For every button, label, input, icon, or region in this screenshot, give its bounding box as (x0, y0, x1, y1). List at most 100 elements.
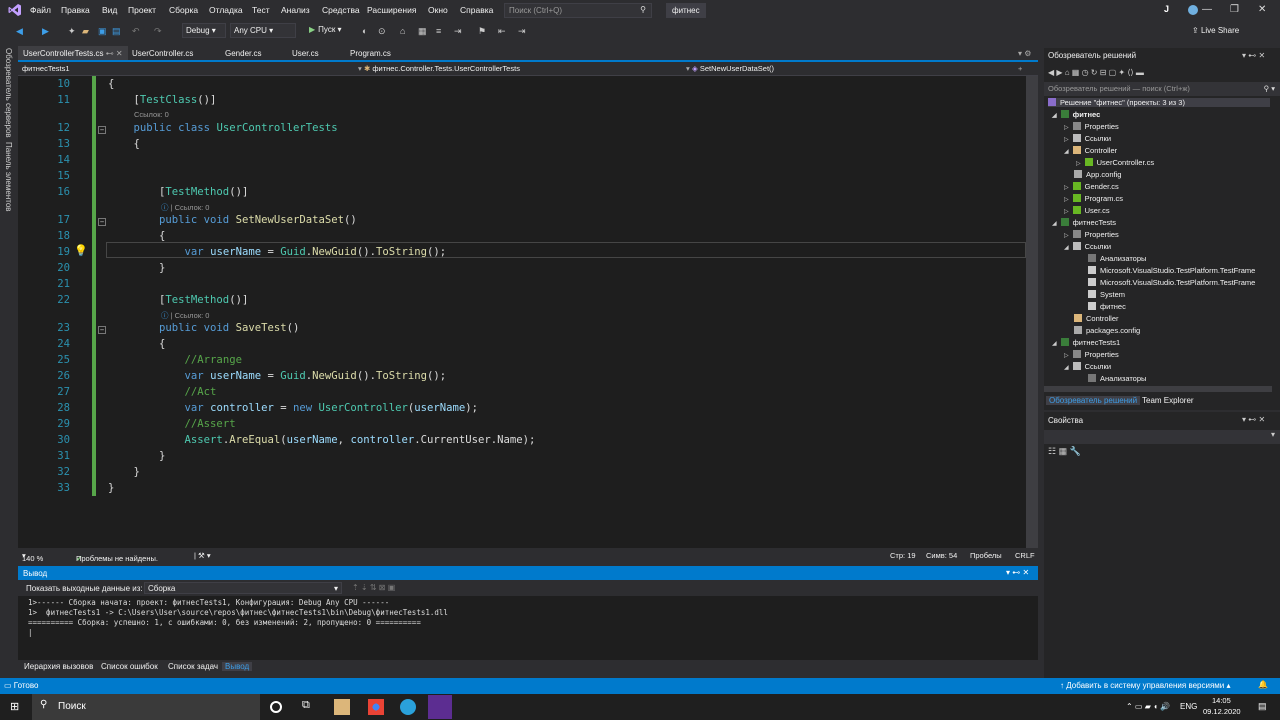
back-icon[interactable]: ◀ (16, 26, 23, 37)
live-share-button[interactable]: ⇪ Live Share (1192, 26, 1239, 35)
tree-item[interactable]: Анализаторы (1088, 374, 1146, 383)
chrome-icon[interactable] (368, 699, 384, 715)
menu-project[interactable]: Проект (128, 5, 156, 15)
file-explorer-icon[interactable] (334, 699, 350, 715)
tab-error-list[interactable]: Список ошибок (101, 662, 158, 671)
open-icon[interactable]: ▰ (82, 26, 89, 37)
properties-object-dropdown[interactable]: ▾ (1044, 430, 1280, 444)
code-editor[interactable]: 💡 10 11 12 13 14 15 16 17 18 19 20 21 22… (18, 76, 1026, 548)
tree-project-tests[interactable]: ◢ фитнесTests (1052, 218, 1116, 227)
menu-file[interactable]: Файл (30, 5, 51, 15)
undo-icon[interactable]: ↶ (132, 26, 140, 37)
tree-item[interactable]: Анализаторы (1088, 254, 1146, 263)
tree-solution[interactable]: Решение "фитнес" (проекты: 3 из 3) (1048, 98, 1270, 107)
attach-icon[interactable]: ⌂ (400, 26, 405, 36)
clock-date[interactable]: 09.12.2020 (1203, 707, 1241, 716)
menu-edit[interactable]: Правка (61, 5, 90, 15)
tree-item[interactable]: App.config (1074, 170, 1121, 179)
pin-icon[interactable]: ⊷ ✕ (106, 49, 123, 58)
split-icon[interactable]: + (1018, 64, 1022, 73)
solution-search-input[interactable]: Обозреватель решений — поиск (Ctrl+ж) ⚲ ▾ (1044, 82, 1280, 96)
tree-item[interactable]: System (1088, 290, 1125, 299)
solution-explorer-toolbar-icons[interactable]: ◀ ▶ ⌂ ▦ ◷ ↻ ⊟ ▢ ✦ ⟨⟩ ▬ (1048, 68, 1144, 77)
doc-tab-usercontroller[interactable]: UserController.cs (132, 49, 193, 58)
tree-item[interactable]: фитнес (1088, 302, 1126, 311)
git-icon[interactable]: | ⚒ ▾ (194, 551, 211, 560)
col-indicator[interactable]: Симв: 54 (926, 551, 957, 560)
code-lens-test-status[interactable]: ⓘ | Ссылок: 0 (161, 310, 209, 321)
visual-studio-taskbar-icon[interactable] (428, 695, 452, 719)
tab-server-explorer[interactable]: Обозреватель серверов (4, 48, 13, 138)
platform-dropdown[interactable]: Any CPU ▾ (230, 23, 296, 38)
doc-tab-usercontrollertests[interactable]: UserControllerTests.cs ⊷ ✕ (18, 46, 128, 60)
collapse-icon[interactable]: − (98, 218, 106, 226)
tab-list-icon[interactable]: ▾ ⚙ (1018, 49, 1031, 58)
tab-output[interactable]: Вывод (222, 662, 253, 671)
menu-build[interactable]: Сборка (169, 5, 198, 15)
menu-help[interactable]: Справка (460, 5, 493, 15)
save-icon[interactable]: ▣ (98, 26, 107, 37)
action-center-icon[interactable]: ▤ (1258, 701, 1267, 712)
solution-hscrollbar[interactable] (1044, 386, 1272, 392)
close-icon[interactable]: ✕ (1258, 4, 1266, 15)
menu-extensions[interactable]: Расширения (367, 5, 416, 15)
code-lens-test-status[interactable]: ⓘ | Ссылок: 0 (161, 202, 209, 213)
clock-time[interactable]: 14:05 (1212, 696, 1231, 705)
nav-member-dropdown[interactable]: ◈ SetNewUserDataSet() (692, 64, 774, 73)
tree-item[interactable]: ◢ Ссылки (1064, 362, 1111, 371)
tree-item[interactable]: ▷ Properties (1064, 350, 1119, 359)
account-icon[interactable] (1188, 5, 1198, 15)
menu-view[interactable]: Вид (102, 5, 117, 15)
nav-class-dropdown[interactable]: ✱ фитнес.Controller.Tests.UserController… (364, 64, 520, 73)
forward-icon[interactable]: ▶ (42, 26, 49, 37)
tree-item[interactable]: Microsoft.VisualStudio.TestPlatform.Test… (1088, 278, 1255, 287)
tab-solution-explorer[interactable]: Обозреватель решений (1046, 396, 1141, 405)
menu-debug[interactable]: Отладка (209, 5, 243, 15)
tree-item[interactable]: ▷ Properties (1064, 230, 1119, 239)
tree-item[interactable]: ◢ Controller (1064, 146, 1117, 155)
new-item-icon[interactable]: ✦ (68, 26, 76, 37)
panel-controls-icon[interactable]: ▾ ⊷ ✕ (1242, 51, 1265, 60)
output-text[interactable]: 1>------ Сборка начата: проект: фитнесTe… (18, 596, 1038, 660)
spaces-indicator[interactable]: Пробелы (970, 551, 1002, 560)
doc-tab-user[interactable]: User.cs (292, 49, 319, 58)
panel-controls-icon[interactable]: ▾ ⊷ ✕ (1242, 415, 1265, 424)
restore-icon[interactable]: ❐ (1230, 4, 1239, 15)
redo-icon[interactable]: ↷ (154, 26, 162, 37)
bookmark-next-icon[interactable]: ⇥ (518, 26, 526, 37)
nav-project-dropdown[interactable]: фитнесTests1 (22, 64, 70, 73)
menu-window[interactable]: Окно (428, 5, 448, 15)
save-all-icon[interactable]: ▤ (112, 26, 121, 37)
indent-icon[interactable]: ⇥ (454, 26, 462, 37)
hot-reload-icon[interactable]: ◐ (362, 26, 367, 36)
tab-call-hierarchy[interactable]: Иерархия вызовов (24, 662, 93, 671)
notifications-icon[interactable]: 🔔 (1258, 680, 1268, 689)
tree-item[interactable]: ▷ UserController.cs (1076, 158, 1154, 167)
search-input[interactable]: Поиск (Ctrl+Q) ⚲ (504, 3, 652, 18)
collapse-icon[interactable]: − (98, 326, 106, 334)
menu-tools[interactable]: Средства (322, 5, 360, 15)
bookmark-icon[interactable]: ⚑ (478, 26, 486, 37)
browser-icon[interactable]: ⊙ (378, 26, 386, 37)
properties-toolbar-icons[interactable]: ☷ ▦ 🔧 (1048, 446, 1081, 457)
toggle-icon[interactable]: ≡ (436, 26, 441, 36)
bookmark-prev-icon[interactable]: ⇤ (498, 26, 506, 37)
config-dropdown[interactable]: Debug ▾ (182, 23, 226, 38)
tree-item[interactable]: ▷ User.cs (1064, 206, 1110, 215)
code-lens-references[interactable]: Ссылок: 0 (134, 110, 169, 119)
tree-item[interactable]: ▷ Ссылки (1064, 134, 1111, 143)
tree-item[interactable]: ▷ Gender.cs (1064, 182, 1119, 191)
zoom-dropdown[interactable]: 140 % ▾ (22, 551, 43, 563)
user-initial[interactable]: J (1164, 4, 1169, 14)
tree-item[interactable]: Controller (1074, 314, 1119, 323)
tree-item[interactable]: packages.config (1074, 326, 1140, 335)
tray-icons[interactable]: ⌃ ▭ ▰ ◖ 🔊 (1126, 702, 1170, 711)
nav-class-chevron-icon[interactable]: ▾ (686, 64, 690, 73)
output-source-dropdown[interactable]: Сборка ▾ (144, 582, 342, 594)
tree-project-fitnes[interactable]: ◢ фитнес (1052, 110, 1100, 119)
tree-item[interactable]: ▷ Properties (1064, 122, 1119, 131)
line-indicator[interactable]: Стр: 19 (890, 551, 916, 560)
start-button[interactable]: ▶ Пуск ▾ (309, 25, 342, 34)
visual-studio-logo-icon[interactable] (8, 3, 22, 17)
minimize-icon[interactable]: — (1202, 4, 1212, 15)
